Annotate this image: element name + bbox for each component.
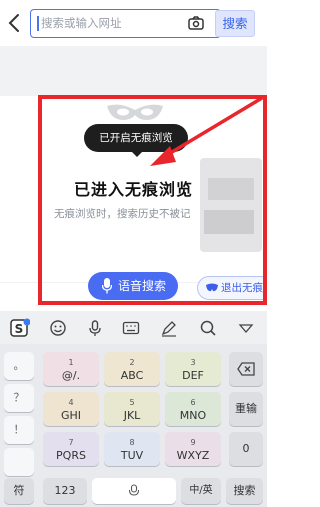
punct-key-question[interactable]: ？ [4,384,34,412]
incognito-enabled-tooltip: 已开启无痕浏览 [84,124,188,157]
key-number: 4 [68,398,74,407]
exit-incognito-label: 退出无痕 [221,282,263,294]
key-number: 6 [190,398,196,407]
mask-icon [206,283,218,292]
search-placeholder: 搜索或输入网址 [41,16,122,30]
back-icon[interactable] [6,12,24,34]
voice-search-label: 语音搜索 [118,279,167,293]
key-letters: JKL [123,409,141,422]
key-9[interactable]: 9 WXYZ [165,432,221,466]
handwriting-icon[interactable] [159,318,179,338]
backspace-icon [237,362,255,376]
collapse-keyboard-icon[interactable] [236,318,256,338]
keyboard-icon[interactable] [121,318,141,338]
key-number: 8 [129,438,135,447]
camera-icon[interactable] [187,14,205,32]
key-letters: TUV [120,449,144,462]
key-number: 1 [68,358,74,367]
key-8[interactable]: 8 TUV [104,432,160,466]
punct-key-period[interactable]: 。 [4,352,34,380]
search-button[interactable]: 搜索 [215,10,255,37]
key-letters: WXYZ [176,449,210,462]
symbol-key[interactable]: 符 [4,478,34,504]
microphone-icon [129,484,139,496]
blurred-block [208,178,254,200]
retype-key[interactable]: 重输 [229,392,263,426]
key-5[interactable]: 5 JKL [104,392,160,426]
key-number: 2 [129,358,135,367]
key-number: 9 [190,438,196,447]
key-1[interactable]: 1 @/. [43,352,99,386]
search-icon[interactable] [198,318,218,338]
incognito-mask-icon [107,104,163,120]
punct-key-exclaim[interactable]: ！ [4,416,34,444]
space-key[interactable] [92,478,176,504]
exit-incognito-button[interactable]: 退出无痕 [197,276,267,300]
backspace-key[interactable] [229,352,263,386]
microphone-icon [102,278,112,294]
key-number: 3 [190,358,196,367]
blurred-content-card [200,158,262,252]
top-bar: 搜索或输入网址 搜索 [0,0,267,46]
voice-input-icon[interactable] [85,318,105,338]
key-letters: PQRS [56,449,86,462]
voice-search-button[interactable]: 语音搜索 [88,272,178,300]
emoji-icon[interactable] [48,318,68,338]
key-number: 7 [68,438,74,447]
key-letters: DEF [182,369,204,382]
key-3[interactable]: 3 DEF [165,352,221,386]
key-4[interactable]: 4 GHI [43,392,99,426]
zero-key[interactable]: 0 [229,432,263,466]
key-2[interactable]: 2 ABC [104,352,160,386]
key-letters: ABC [120,369,144,382]
language-switch-key[interactable]: 中/英 [181,478,221,504]
number-mode-key[interactable]: 123 [43,478,87,504]
punct-key-more[interactable] [4,448,34,476]
key-letters: GHI [60,409,82,422]
blurred-block [204,210,254,234]
text-cursor [37,16,39,31]
key-6[interactable]: 6 MNO [165,392,221,426]
sogou-logo-icon[interactable]: S [10,318,30,338]
svg-text:S: S [15,322,24,336]
key-7[interactable]: 7 PQRS [43,432,99,466]
key-letters: MNO [179,409,207,422]
key-number: 5 [129,398,135,407]
key-letters: @/. [61,369,81,382]
enter-search-key[interactable]: 搜索 [226,478,263,504]
